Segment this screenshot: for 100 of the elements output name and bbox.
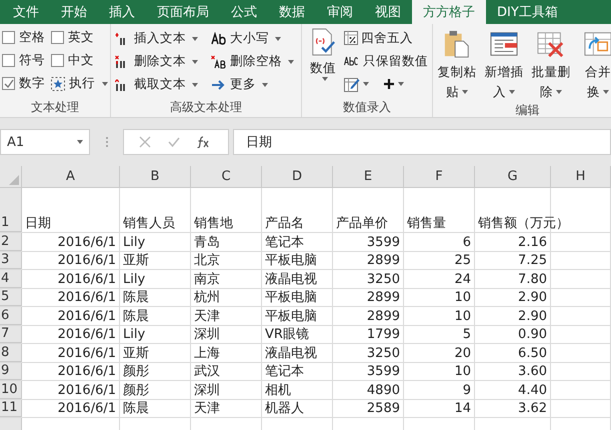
ribbon-button[interactable]: 只保留数值 (344, 51, 428, 71)
row-header[interactable]: 3 (0, 252, 22, 269)
table-cell: Lily (123, 234, 146, 250)
row-header[interactable]: 7 (0, 326, 22, 343)
table-cell: 2.90 (518, 308, 547, 324)
ribbon-tab[interactable]: 视图 (364, 0, 412, 24)
caret-icon[interactable] (398, 82, 404, 86)
table-cell: 1799 (366, 326, 400, 343)
table-cell: 2016/6/1 (58, 363, 116, 380)
column-header[interactable]: A (22, 166, 120, 187)
table-cell: 2.16 (518, 234, 547, 250)
formula-field[interactable]: 日期 (233, 129, 611, 155)
grip-icon (105, 136, 109, 148)
name-box[interactable]: A1 (0, 129, 90, 155)
checkbox-option[interactable]: 数字 (2, 74, 45, 93)
edit-table-icon[interactable] (344, 76, 360, 92)
letter-case-icon (211, 32, 227, 46)
table-cell: 产品名 (265, 215, 304, 232)
ribbon-button[interactable]: 删除文本 (115, 50, 211, 73)
checkbox[interactable] (2, 31, 15, 44)
run-button[interactable]: 执行 (51, 74, 108, 93)
row-header[interactable]: 9 (0, 362, 22, 380)
checkbox[interactable] (2, 54, 15, 67)
ribbon-tab[interactable]: 页面布局 (146, 0, 220, 24)
caret-icon[interactable] (192, 60, 198, 64)
caret-icon[interactable] (322, 77, 328, 81)
ribbon-tab[interactable]: DIY工具箱 (486, 0, 569, 24)
ribbon-button[interactable]: 批量删 除 (531, 30, 571, 102)
ribbon-button[interactable]: 新增插 入 (484, 30, 524, 102)
column-header[interactable]: F (404, 166, 475, 187)
ribbon-tab[interactable]: 开始 (50, 0, 98, 24)
table-cell: 2899 (366, 289, 400, 306)
caret-icon[interactable] (192, 36, 198, 40)
table-cell: 14 (454, 400, 471, 417)
table-cell: 7.80 (518, 270, 547, 288)
column-header[interactable]: G (475, 166, 551, 187)
column-header[interactable]: C (191, 166, 262, 187)
row-header[interactable]: 8 (0, 344, 22, 362)
checkbox[interactable] (2, 77, 15, 90)
ribbon-tab[interactable]: 文件 (2, 0, 50, 24)
ribbon-tab[interactable]: 插入 (98, 0, 146, 24)
caret-icon[interactable] (102, 82, 108, 86)
checkbox[interactable] (51, 54, 64, 67)
ribbon-button[interactable]: 四舍五入 (344, 28, 428, 48)
ribbon-button[interactable]: 复制粘 贴 (437, 30, 477, 102)
column-header[interactable]: E (333, 166, 404, 187)
ribbon-button[interactable]: 合并 换 (578, 30, 611, 102)
table-cell: 颜彤 (123, 363, 149, 380)
caret-icon[interactable] (262, 82, 268, 86)
checkbox-option[interactable]: 英文 (51, 28, 108, 47)
checkbox-option[interactable]: 中文 (51, 51, 108, 70)
ribbon-tab[interactable]: 公式 (220, 0, 268, 24)
table-cell: 北京 (194, 252, 220, 269)
row-header[interactable]: 10 (0, 381, 22, 398)
row-header[interactable]: 4 (0, 270, 22, 288)
table-cell: Lily (123, 270, 146, 288)
table-cell: 2016/6/1 (58, 400, 116, 417)
table-cell: 颜彤 (123, 382, 149, 398)
caret-icon[interactable] (363, 82, 369, 86)
table-cell: 销售量 (407, 215, 446, 232)
caret-icon[interactable] (509, 90, 515, 94)
ribbon-button[interactable]: 删除空格 (211, 50, 297, 73)
row-header[interactable]: 11 (0, 400, 22, 417)
ribbon-tab[interactable]: 审阅 (316, 0, 364, 24)
ribbon-button[interactable]: 更多 (211, 73, 297, 96)
group-title: 文本处理 (30, 99, 80, 116)
caret-icon[interactable] (77, 140, 83, 144)
column-header[interactable]: H (551, 166, 611, 187)
caret-icon[interactable] (556, 90, 562, 94)
checkbox-option[interactable]: 空格 (2, 28, 45, 47)
caret-icon[interactable] (192, 82, 198, 86)
table-cell: 销售地 (194, 215, 233, 232)
checkbox-option[interactable]: 符号 (2, 51, 45, 70)
table-cell: 24 (454, 270, 471, 288)
caret-icon[interactable] (603, 90, 609, 94)
ribbon-button[interactable]: 截取文本 (115, 73, 211, 96)
ribbon-tab[interactable]: 方方格子 (412, 0, 486, 24)
table-cell: 4890 (366, 382, 400, 398)
caret-icon[interactable] (288, 60, 294, 64)
arrow-icon (211, 78, 227, 92)
table-cell: 深圳 (194, 326, 220, 343)
checkbox[interactable] (51, 31, 64, 44)
table-cell: 2016/6/1 (58, 289, 116, 306)
percent-table-icon (344, 31, 358, 45)
row-header[interactable]: 2 (0, 233, 22, 250)
row-header[interactable]: 6 (0, 307, 22, 324)
caret-icon[interactable] (275, 36, 281, 40)
row-header[interactable]: 1 (0, 188, 22, 232)
caret-icon[interactable] (462, 90, 468, 94)
column-header[interactable]: B (120, 166, 191, 187)
ribbon-button[interactable]: 插入文本 (115, 27, 211, 50)
ribbon-button[interactable]: 大小写 (211, 27, 297, 50)
table-cell: 日期 (25, 215, 51, 232)
value-button[interactable]: 数值 (306, 28, 340, 99)
plus-icon[interactable] (383, 78, 395, 90)
column-header[interactable]: D (262, 166, 333, 187)
ribbon-tab[interactable]: 数据 (268, 0, 316, 24)
row-header[interactable]: 5 (0, 288, 22, 306)
table-cell: 2899 (366, 252, 400, 269)
table-cell: 青岛 (194, 234, 220, 250)
